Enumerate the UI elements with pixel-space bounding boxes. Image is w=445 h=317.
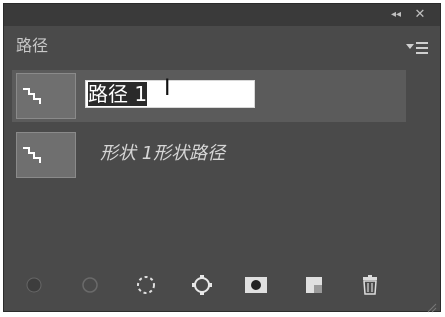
panel-titlebar: ◂◂ ✕ xyxy=(4,4,440,26)
fill-path-icon[interactable] xyxy=(20,271,48,299)
path-thumbnail-icon xyxy=(16,132,76,178)
make-work-path-icon[interactable] xyxy=(188,271,216,299)
stroke-path-icon[interactable] xyxy=(76,271,104,299)
paths-toolbar xyxy=(4,257,440,313)
panel-menu-icon[interactable] xyxy=(406,40,428,56)
load-as-selection-icon[interactable] xyxy=(132,271,160,299)
path-name-label: 形状 1形状路径 xyxy=(100,143,226,164)
path-row-1[interactable]: 路径 1 I xyxy=(12,70,406,122)
paths-panel: ◂◂ ✕ 路径 路径 1 I 形状 1形状路径 xyxy=(3,3,441,313)
add-mask-icon[interactable] xyxy=(242,271,270,299)
text-cursor-icon: I xyxy=(164,76,171,101)
delete-path-icon[interactable] xyxy=(356,271,384,299)
path-thumbnail-icon xyxy=(16,73,76,119)
new-path-icon[interactable] xyxy=(300,271,328,299)
tab-paths[interactable]: 路径 xyxy=(11,35,53,57)
close-icon[interactable]: ✕ xyxy=(412,7,428,23)
path-row-2[interactable]: 形状 1形状路径 xyxy=(12,129,406,181)
collapse-icon[interactable]: ◂◂ xyxy=(388,8,404,22)
resize-grip-icon[interactable] xyxy=(427,298,437,313)
selected-name-text: 路径 1 xyxy=(88,82,148,106)
